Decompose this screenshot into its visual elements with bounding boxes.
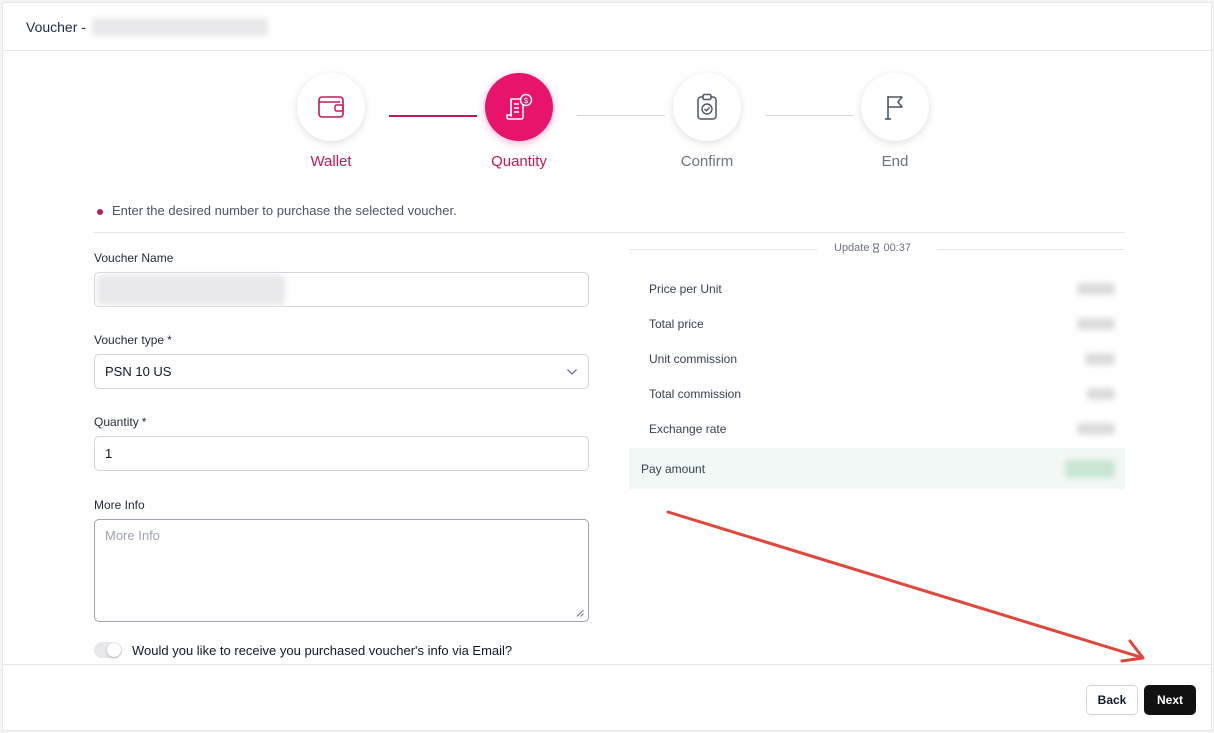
step-confirm-label: Confirm: [680, 153, 734, 170]
voucher-name-label: Voucher Name: [94, 251, 174, 265]
more-info-textarea[interactable]: More Info: [94, 519, 589, 622]
voucher-type-value: PSN 10 US: [105, 364, 172, 379]
step-quantity-circle: $: [485, 73, 553, 141]
invoice-dollar-icon: $: [506, 93, 533, 120]
back-button[interactable]: Back: [1086, 685, 1138, 715]
voucher-type-select[interactable]: PSN 10 US: [94, 354, 589, 389]
update-timer: Update 00:37: [834, 242, 911, 254]
divider-left: [629, 249, 817, 250]
update-label: Update: [834, 242, 870, 254]
email-toggle-row: Would you like to receive you purchased …: [94, 642, 589, 658]
step-confirm-circle: [673, 73, 741, 141]
redacted-value: [1077, 282, 1115, 295]
resize-grip-icon[interactable]: [576, 609, 584, 617]
step-end-label: End: [881, 153, 909, 170]
step-quantity[interactable]: $ Quantity: [459, 73, 579, 170]
clipboard-check-icon: [697, 93, 717, 120]
step-end-circle: [861, 73, 929, 141]
summary-row-unit-commission: Unit commission: [629, 341, 1125, 376]
update-timer-row: Update 00:37: [629, 239, 1125, 259]
next-button[interactable]: Next: [1144, 685, 1196, 715]
redacted-value: [1087, 387, 1115, 400]
summary-row-total-commission: Total commission: [629, 376, 1125, 411]
step-quantity-label: Quantity: [491, 153, 547, 170]
summary-row-exchange-rate: Exchange rate: [629, 411, 1125, 446]
step-wallet[interactable]: Wallet: [271, 73, 391, 170]
page-title: Voucher -: [26, 18, 86, 35]
voucher-card: Voucher - Wallet $ Quantity Confirm End …: [2, 2, 1212, 731]
step-confirm[interactable]: Confirm: [647, 73, 767, 170]
flag-icon: [885, 96, 903, 120]
more-info-placeholder: More Info: [105, 528, 160, 543]
chevron-down-icon: [567, 368, 577, 375]
voucher-type-label: Voucher type *: [94, 333, 172, 347]
quantity-label: Quantity *: [94, 415, 147, 429]
redacted-value: [1085, 352, 1115, 365]
redacted-voucher-name-value: [97, 274, 285, 305]
price-summary: Update 00:37 Price per Unit Total price …: [629, 239, 1125, 489]
svg-text:$: $: [523, 96, 528, 105]
instruction-text: Enter the desired number to purchase the…: [112, 203, 457, 218]
quantity-input[interactable]: 1: [94, 436, 589, 471]
email-toggle-label: Would you like to receive you purchased …: [132, 642, 513, 658]
step-end[interactable]: End: [835, 73, 955, 170]
email-toggle[interactable]: [94, 642, 122, 658]
redacted-value: [1077, 317, 1115, 330]
page-header: Voucher -: [3, 3, 1211, 51]
summary-row-total-price: Total price: [629, 306, 1125, 341]
voucher-name-input[interactable]: [94, 272, 589, 307]
update-countdown: 00:37: [883, 242, 912, 254]
redacted-voucher-name: [91, 17, 268, 36]
bullet-dot-icon: [97, 209, 103, 215]
voucher-form: Voucher Name Voucher type * PSN 10 US Qua…: [94, 251, 589, 658]
redacted-pay-value: [1065, 459, 1115, 478]
footer-actions: Back Next: [3, 664, 1211, 732]
hourglass-icon: [873, 243, 880, 253]
divider-right: [937, 249, 1125, 250]
summary-row-pay-amount: Pay amount: [629, 448, 1125, 489]
summary-row-price-per-unit: Price per Unit: [629, 271, 1125, 306]
wallet-icon: [318, 96, 344, 118]
quantity-value: 1: [105, 446, 113, 461]
instruction-notice: Enter the desired number to purchase the…: [93, 203, 1125, 233]
step-wallet-circle: [297, 73, 365, 141]
step-wallet-label: Wallet: [310, 153, 352, 170]
stepper: Wallet $ Quantity Confirm End: [3, 73, 1211, 183]
more-info-label: More Info: [94, 498, 145, 512]
redacted-value: [1077, 422, 1115, 435]
